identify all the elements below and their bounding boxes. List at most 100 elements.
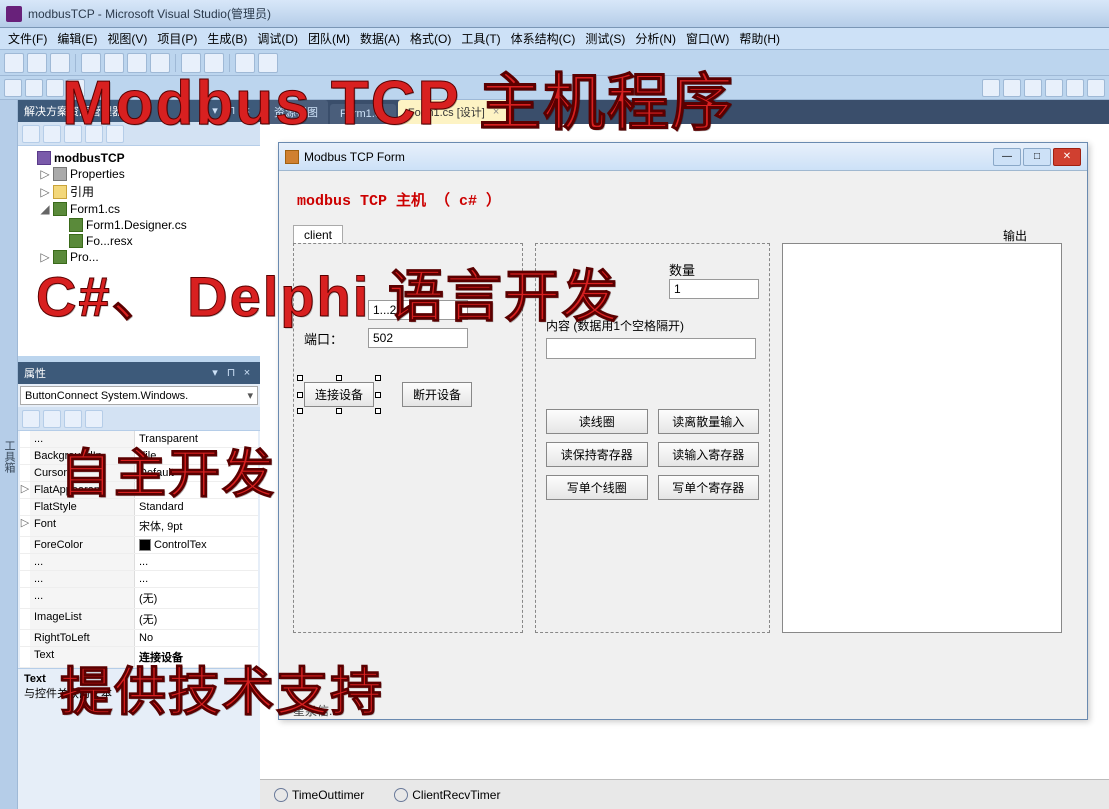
toolbar-button[interactable] bbox=[85, 410, 103, 428]
toolbar-button[interactable] bbox=[43, 410, 61, 428]
toolbar-button[interactable] bbox=[1066, 79, 1084, 97]
dropdown-icon[interactable]: ▾ bbox=[208, 104, 222, 118]
menu-item[interactable]: 帮助(H) bbox=[735, 28, 784, 49]
toolbar-button[interactable] bbox=[106, 125, 124, 143]
toolbar-button[interactable] bbox=[43, 125, 61, 143]
modbus-op-button[interactable]: 读离散量输入 bbox=[658, 409, 760, 434]
tree-item[interactable]: ▷Pro... bbox=[20, 249, 258, 265]
property-row[interactable]: ...Transparent bbox=[20, 431, 258, 448]
properties-grid[interactable]: ...TransparentBackgroundInTileCursorDefa… bbox=[20, 431, 258, 668]
toolbar-button[interactable] bbox=[85, 125, 103, 143]
properties-object-selector[interactable]: ButtonConnect System.Windows. ▾ bbox=[20, 386, 258, 405]
menu-item[interactable]: 视图(V) bbox=[103, 28, 151, 49]
toolbar-button[interactable] bbox=[64, 125, 82, 143]
menu-item[interactable]: 数据(A) bbox=[356, 28, 404, 49]
minimize-button[interactable]: — bbox=[993, 148, 1021, 166]
output-textbox[interactable] bbox=[782, 243, 1062, 633]
close-icon[interactable]: × bbox=[240, 104, 254, 118]
dropdown-icon[interactable]: ▾ bbox=[208, 366, 222, 380]
property-row[interactable]: ▷Font宋体, 9pt bbox=[20, 516, 258, 537]
disconnect-button[interactable]: 断开设备 bbox=[402, 382, 472, 407]
tree-item[interactable]: Form1.Designer.cs bbox=[20, 217, 258, 233]
toolbar-button[interactable] bbox=[4, 53, 24, 73]
tree-item[interactable]: ▷Properties bbox=[20, 166, 258, 182]
tab-client[interactable]: client bbox=[293, 225, 343, 244]
menu-item[interactable]: 工具(T) bbox=[457, 28, 504, 49]
menu-item[interactable]: 测试(S) bbox=[581, 28, 629, 49]
property-row[interactable]: FlatStyleStandard bbox=[20, 499, 258, 516]
toolbar-button[interactable] bbox=[982, 79, 1000, 97]
menu-item[interactable]: 调试(D) bbox=[253, 28, 302, 49]
designed-form[interactable]: Modbus TCP Form — □ ✕ modbus TCP 主机 （ c#… bbox=[278, 142, 1088, 720]
toolbar-button[interactable] bbox=[1087, 79, 1105, 97]
qty-input[interactable] bbox=[669, 279, 759, 299]
toolbar-button[interactable] bbox=[22, 410, 40, 428]
tree-item[interactable]: ▷引用 bbox=[20, 182, 258, 201]
ip-input[interactable] bbox=[368, 300, 468, 320]
toolbar-button[interactable] bbox=[81, 53, 101, 73]
toolbar-button[interactable] bbox=[50, 53, 70, 73]
toolbar-button[interactable] bbox=[235, 53, 255, 73]
property-row[interactable]: CursorDefault bbox=[20, 465, 258, 482]
toolbox-tab[interactable]: 工具箱 bbox=[0, 100, 18, 809]
toolbar-button[interactable] bbox=[1003, 79, 1021, 97]
form-designer[interactable]: Modbus TCP Form — □ ✕ modbus TCP 主机 （ c#… bbox=[260, 124, 1109, 779]
toolbar-button[interactable] bbox=[150, 53, 170, 73]
close-button[interactable]: ✕ bbox=[1053, 148, 1081, 166]
menu-item[interactable]: 窗口(W) bbox=[682, 28, 733, 49]
tree-item[interactable]: Fo...resx bbox=[20, 233, 258, 249]
pin-icon[interactable]: ⊓ bbox=[224, 104, 238, 118]
toolbar-button[interactable] bbox=[1045, 79, 1063, 97]
menu-item[interactable]: 体系结构(C) bbox=[507, 28, 580, 49]
content-input[interactable] bbox=[546, 338, 756, 359]
tree-item[interactable]: modbusTCP bbox=[20, 150, 258, 166]
toolbar-button[interactable] bbox=[46, 79, 64, 97]
toolbar-button[interactable] bbox=[1024, 79, 1042, 97]
toolbar-button[interactable] bbox=[25, 79, 43, 97]
menu-item[interactable]: 分析(N) bbox=[631, 28, 680, 49]
expand-icon[interactable]: ▷ bbox=[40, 185, 50, 199]
modbus-op-button[interactable]: 读线圈 bbox=[546, 409, 648, 434]
menu-item[interactable]: 团队(M) bbox=[304, 28, 354, 49]
menu-item[interactable]: 文件(F) bbox=[4, 28, 51, 49]
menu-item[interactable]: 生成(B) bbox=[203, 28, 251, 49]
toolbar-button[interactable] bbox=[22, 125, 40, 143]
property-row[interactable]: RightToLeftNo bbox=[20, 630, 258, 647]
property-row[interactable]: Text连接设备 bbox=[20, 647, 258, 668]
toolbar-button[interactable] bbox=[27, 53, 47, 73]
close-icon[interactable]: × bbox=[493, 106, 499, 118]
pin-icon[interactable]: ⊓ bbox=[224, 366, 238, 380]
timer-component[interactable]: ClientRecvTimer bbox=[394, 788, 500, 802]
document-tab[interactable]: 资源视图 bbox=[264, 100, 328, 124]
document-tab[interactable]: Form1.cs bbox=[330, 104, 396, 124]
property-row[interactable]: ...... bbox=[20, 571, 258, 588]
maximize-button[interactable]: □ bbox=[1023, 148, 1051, 166]
toolbar-button[interactable] bbox=[127, 53, 147, 73]
property-row[interactable]: ImageList(无) bbox=[20, 609, 258, 630]
menu-item[interactable]: 编辑(E) bbox=[53, 28, 101, 49]
expand-icon[interactable]: ▷ bbox=[40, 167, 50, 181]
solution-tree[interactable]: modbusTCP▷Properties▷引用◢Form1.csForm1.De… bbox=[18, 146, 260, 356]
expand-icon[interactable]: ◢ bbox=[40, 202, 50, 216]
menu-item[interactable]: 项目(P) bbox=[153, 28, 201, 49]
menu-item[interactable]: 格式(O) bbox=[406, 28, 455, 49]
property-row[interactable]: ...(无) bbox=[20, 588, 258, 609]
expand-icon[interactable]: ▷ bbox=[40, 250, 50, 264]
property-row[interactable]: ▷FlatAppearan bbox=[20, 482, 258, 499]
toolbar-button[interactable] bbox=[4, 79, 22, 97]
toolbar-button[interactable] bbox=[204, 53, 224, 73]
toolbar-button[interactable] bbox=[104, 53, 124, 73]
timer-component[interactable]: TimeOuttimer bbox=[274, 788, 364, 802]
toolbar-button[interactable] bbox=[258, 53, 278, 73]
port-input[interactable] bbox=[368, 328, 468, 348]
modbus-op-button[interactable]: 读保持寄存器 bbox=[546, 442, 648, 467]
close-icon[interactable]: × bbox=[240, 366, 254, 380]
modbus-op-button[interactable]: 写单个线圈 bbox=[546, 475, 648, 500]
property-row[interactable]: BackgroundInTile bbox=[20, 448, 258, 465]
toolbar-button[interactable] bbox=[64, 410, 82, 428]
modbus-op-button[interactable]: 写单个寄存器 bbox=[658, 475, 760, 500]
property-row[interactable]: ...... bbox=[20, 554, 258, 571]
tree-item[interactable]: ◢Form1.cs bbox=[20, 201, 258, 217]
toolbar-button[interactable] bbox=[67, 79, 85, 97]
modbus-op-button[interactable]: 读输入寄存器 bbox=[658, 442, 760, 467]
